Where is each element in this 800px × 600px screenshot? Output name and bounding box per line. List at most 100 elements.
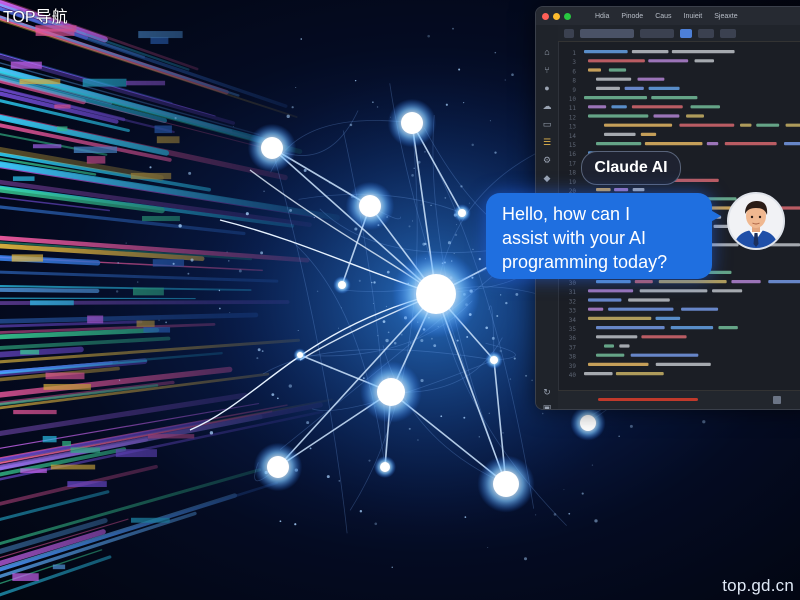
particle (499, 349, 503, 353)
code-token (637, 77, 665, 81)
line-number: 34 (569, 317, 577, 324)
particle (245, 212, 249, 216)
code-token (641, 335, 687, 339)
source-control-icon[interactable]: ⑂ (542, 65, 552, 75)
particle (286, 114, 290, 119)
particle (494, 51, 497, 54)
particle (117, 262, 119, 264)
light-block (143, 327, 171, 333)
code-token (604, 123, 673, 127)
network-node (338, 281, 346, 289)
light-block (70, 447, 101, 453)
particle (306, 421, 310, 425)
particle (316, 290, 319, 293)
particle (702, 420, 706, 424)
editor-tab[interactable] (698, 28, 714, 38)
folder-icon[interactable]: ▭ (542, 119, 552, 129)
particle (491, 336, 495, 340)
light-block (13, 409, 57, 415)
watermark-top-left: TOP导航 (3, 9, 68, 26)
refresh-icon[interactable]: ↻ (542, 387, 552, 397)
light-block (154, 125, 172, 134)
settings-icon[interactable]: ⚙ (542, 155, 552, 165)
particle (412, 220, 414, 222)
light-block (50, 464, 96, 470)
menu-item[interactable]: Hdia (595, 13, 609, 20)
particle (422, 242, 426, 246)
terminal-icon[interactable]: ▣ (542, 403, 552, 409)
code-token (639, 289, 708, 293)
code-token (768, 280, 800, 284)
light-block (67, 481, 107, 487)
particle (463, 102, 465, 104)
light-block (131, 517, 170, 523)
particle (149, 166, 152, 169)
line-number: 17 (569, 160, 577, 167)
particle (370, 281, 373, 284)
chat-message-line: programming today? (502, 252, 668, 272)
network-node (493, 471, 519, 497)
particle (295, 86, 297, 88)
home-icon[interactable]: ⌂ (542, 47, 552, 57)
particle (289, 208, 293, 212)
list-icon[interactable]: ☰ (542, 137, 552, 147)
code-token (596, 326, 665, 330)
particle (382, 320, 386, 323)
menu-item[interactable]: Caus (655, 13, 671, 20)
particle (413, 167, 415, 170)
code-token (588, 316, 652, 320)
menu-item[interactable]: Inuieit (684, 13, 703, 20)
particle (460, 185, 463, 188)
light-block (32, 144, 62, 149)
particle (488, 412, 490, 414)
light-block (62, 440, 71, 447)
network-node (261, 137, 283, 159)
light-streak (0, 468, 262, 546)
code-token (596, 353, 625, 357)
cloud-icon[interactable]: ☁ (542, 101, 552, 111)
progress-indicator (598, 398, 698, 401)
editor-tab[interactable] (640, 28, 674, 38)
tab-nav-icon[interactable] (564, 28, 574, 38)
network-node (377, 378, 405, 406)
code-token (724, 142, 777, 146)
code-token (679, 123, 735, 127)
particle (294, 523, 297, 526)
particle (349, 123, 353, 127)
particle (452, 27, 454, 30)
extension-icon[interactable]: ◆ (542, 173, 552, 183)
particle (385, 338, 389, 343)
particle (445, 103, 448, 106)
particle (326, 475, 330, 479)
code-token (712, 289, 743, 293)
assistant-name-label: Claude AI (581, 151, 681, 185)
particle (300, 38, 303, 40)
minimize-window-button[interactable] (553, 12, 560, 20)
chat-message-bubble: Hello, how can I assist with your AI pro… (486, 193, 712, 279)
menu-item[interactable]: Pinode (621, 13, 643, 20)
tab-badge[interactable] (680, 28, 692, 38)
watermark-bottom-right: top.gd.cn (722, 576, 794, 595)
code-token (694, 59, 715, 63)
light-block (142, 216, 180, 222)
maximize-window-button[interactable] (564, 12, 571, 20)
line-number: 35 (569, 326, 577, 333)
particle (511, 73, 514, 77)
close-window-button[interactable] (542, 12, 549, 20)
particle (478, 257, 482, 261)
particle (409, 342, 411, 344)
code-token (785, 123, 800, 127)
network-node (297, 352, 303, 358)
editor-tab-active[interactable] (580, 28, 634, 38)
code-token (648, 86, 680, 90)
menu-item[interactable]: Sjeaxte (714, 13, 737, 20)
particle (372, 302, 374, 304)
particle (218, 289, 221, 292)
particle (468, 202, 471, 204)
light-block (87, 315, 104, 324)
editor-tab[interactable] (720, 28, 736, 38)
account-icon[interactable]: ● (542, 83, 552, 93)
network-node (580, 415, 596, 431)
light-block (11, 254, 44, 262)
code-token (584, 96, 648, 100)
